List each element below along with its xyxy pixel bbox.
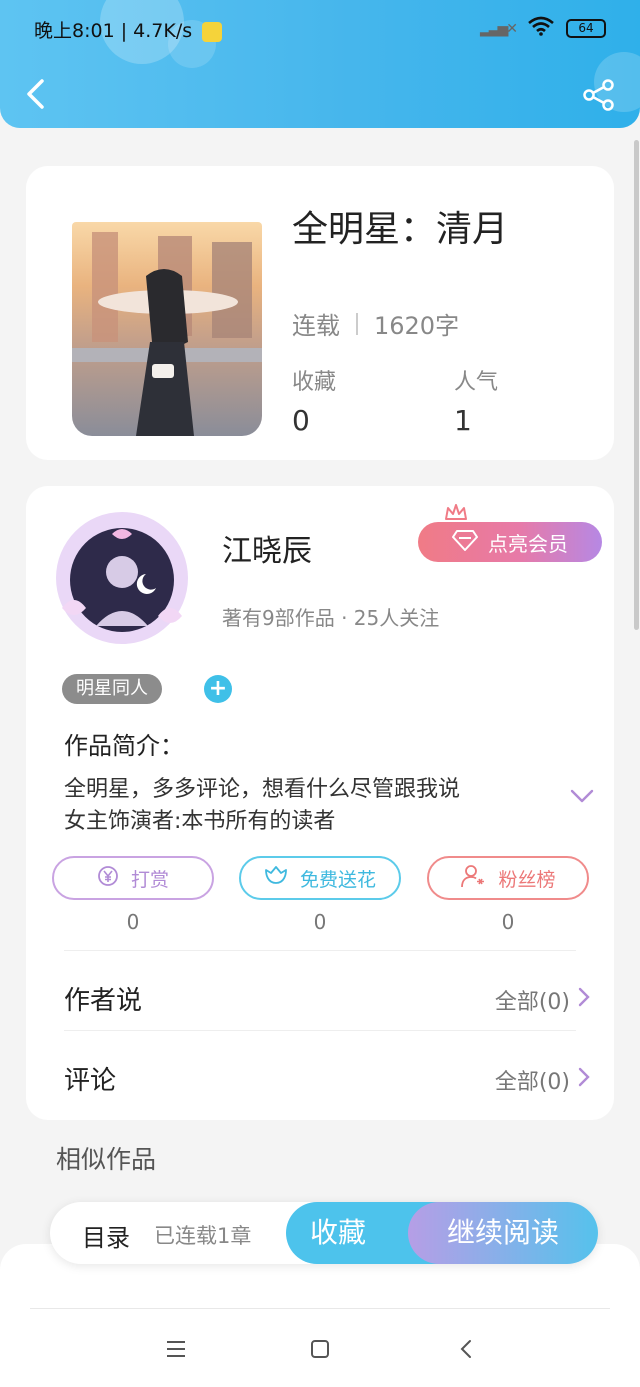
status-bar-left: 晚上8:01 | 4.7K/s [34,16,223,43]
continue-reading-button[interactable]: 继续阅读 [408,1202,598,1264]
fans-ranking-button[interactable]: 粉丝榜 [427,856,589,900]
vip-button[interactable]: 点亮会员 [418,522,602,562]
intro-text: 全明星，多多评论，想看什么尽管跟我说 女主饰演者:本书所有的读者 [64,774,544,838]
scrollbar[interactable] [634,140,639,630]
author-says-link[interactable]: 全部(0) [495,984,590,1016]
favorites-value: 0 [292,404,310,437]
fans-icon [460,864,486,893]
divider [356,312,358,335]
diamond-icon [452,529,478,556]
similar-works-heading: 相似作品 [56,1145,157,1174]
flower-label: 免费送花 [299,868,376,891]
reward-count: 0 [126,910,140,934]
reward-label: 打赏 [130,868,169,891]
book-cover-image[interactable] [72,222,262,436]
book-info-card: 全明星：清月 连载 1620字 收藏 0 人气 1 [26,166,614,460]
free-flower-button[interactable]: 免费送花 [239,856,401,900]
table-of-contents-button[interactable]: 目录 [82,1218,130,1253]
chapter-status: 已连载1章 [154,1224,252,1248]
author-name[interactable]: 江晓辰 [222,526,312,570]
battery-icon: 64 [566,19,606,38]
intro-label: 作品简介： [64,732,184,760]
author-card: 江晓辰 点亮会员 著有9部作品 · 25人关注 明星同人 + 作品简介： 全明星… [26,486,614,1120]
chat-notification-icon [202,21,223,42]
wifi-icon [528,16,554,41]
comments-label[interactable]: 评论 [64,1060,116,1097]
chevron-down-icon[interactable] [570,788,594,804]
popularity-value: 1 [454,404,472,437]
author-avatar[interactable] [52,508,192,648]
fans-label: 粉丝榜 [498,868,556,891]
favorites-label: 收藏 [292,370,337,395]
book-status: 连载 [292,312,340,340]
menu-icon[interactable] [156,1332,196,1366]
genre-tag[interactable]: 明星同人 [62,674,162,704]
home-icon[interactable] [300,1332,340,1366]
book-status-row: 连载 1620字 [292,306,459,341]
divider [64,1030,576,1031]
reward-button[interactable]: 打赏 [52,856,214,900]
add-tag-button[interactable]: + [204,675,232,703]
top-header: 晚上8:01 | 4.7K/s ▂▃▅✕ 64 [0,0,640,128]
intro-line-2: 女主饰演者:本书所有的读者 [64,809,336,834]
chevron-right-icon [578,1067,590,1093]
yen-icon [97,865,119,892]
popularity-label: 人气 [454,370,499,395]
flower-icon [264,865,288,892]
reading-action-bar: 目录 已连载1章 收藏 继续阅读 [50,1202,598,1264]
divider [30,1308,610,1309]
nav-back-icon[interactable] [446,1332,486,1366]
author-says-label[interactable]: 作者说 [64,980,142,1017]
divider [64,950,576,951]
chevron-right-icon [578,987,590,1013]
status-bar-right: ▂▃▅✕ 64 [480,16,606,41]
word-count: 1620字 [374,312,460,340]
author-meta: 著有9部作品 · 25人关注 [222,606,440,630]
intro-line-1: 全明星，多多评论，想看什么尽管跟我说 [64,777,461,802]
author-says-all: 全部(0) [494,990,570,1015]
back-icon[interactable] [24,78,46,110]
vip-button-label: 点亮会员 [488,531,568,556]
flower-count: 0 [313,910,327,934]
fans-count: 0 [501,910,515,934]
signal-icon: ▂▃▅✕ [479,20,518,37]
share-icon[interactable] [582,78,616,112]
comments-link[interactable]: 全部(0) [495,1064,590,1096]
status-time: 晚上8:01 | 4.7K/s [34,20,193,42]
comments-all: 全部(0) [494,1070,570,1095]
book-title: 全明星：清月 [292,209,509,250]
